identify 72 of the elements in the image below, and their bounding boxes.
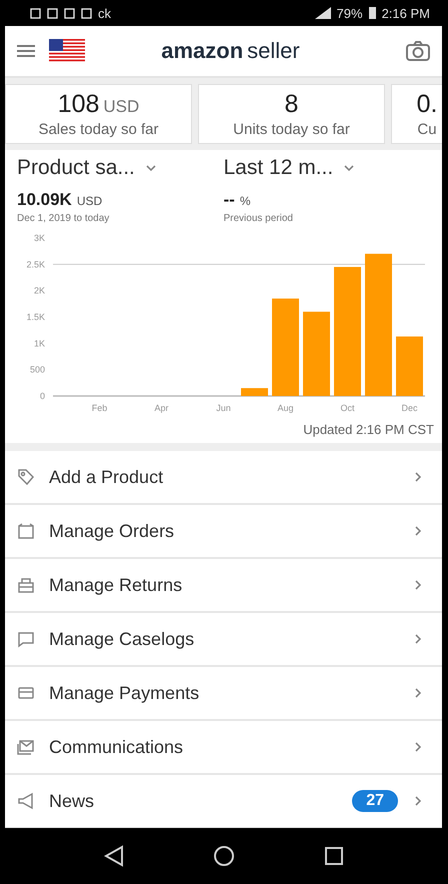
chat-icon <box>17 630 35 648</box>
filter-dropdown[interactable]: Last 12 m... <box>224 156 430 180</box>
menu-item[interactable]: Communications <box>5 721 442 775</box>
notification-icon <box>81 8 92 18</box>
axis-label: Jun <box>216 403 231 413</box>
metric-label: Cu <box>417 121 437 138</box>
home-icon[interactable] <box>212 845 235 867</box>
menu-label: Communications <box>49 736 184 758</box>
stat-unit: % <box>240 194 250 208</box>
metric-card[interactable]: 0. Cu <box>391 84 442 144</box>
metric-value: 0. <box>416 90 438 118</box>
menu-item[interactable]: Add a Product <box>5 451 442 505</box>
tag-icon <box>17 468 35 486</box>
back-icon[interactable] <box>104 845 124 867</box>
updated-time: Updated 2:16 PM CST <box>303 422 434 437</box>
filter-dropdown[interactable]: Product sa... <box>17 156 224 180</box>
stat-value: -- <box>224 190 235 209</box>
signal-icon <box>314 7 331 19</box>
menu-item[interactable]: Manage Payments <box>5 667 442 721</box>
clock: 2:16 PM <box>382 6 430 20</box>
menu-label: Manage Caselogs <box>49 628 196 650</box>
count-badge: 27 <box>352 790 398 812</box>
stat-value: 10.09K <box>17 190 72 209</box>
stat-caption: Previous period <box>224 213 294 224</box>
recents-icon[interactable] <box>324 846 344 866</box>
menu-label: Manage Payments <box>49 682 200 704</box>
axis-label: Dec <box>402 403 418 413</box>
stat-unit: USD <box>76 194 102 208</box>
menu-icon[interactable] <box>17 44 35 58</box>
flag-icon[interactable] <box>49 39 85 63</box>
metric-card[interactable]: 8 Units today so far <box>198 84 385 144</box>
stat-caption: Dec 1, 2019 to today <box>17 213 110 224</box>
battery-icon <box>368 7 376 19</box>
axis-label: Apr <box>154 403 168 413</box>
menu-label: News <box>49 790 96 812</box>
axis-label: 1K <box>34 338 45 348</box>
metric-value: 8 <box>284 90 298 118</box>
axis-label: Feb <box>92 403 108 413</box>
bar <box>241 388 268 396</box>
menu-label: Add a Product <box>49 466 164 488</box>
axis-label: 2.5K <box>26 259 45 270</box>
notification-icon <box>47 8 58 18</box>
metric-value: 108 <box>58 90 100 118</box>
axis-label: Aug <box>278 403 294 413</box>
axis-label: Oct <box>340 403 354 413</box>
notification-text: ck <box>98 6 111 20</box>
camera-icon[interactable] <box>406 41 430 61</box>
box-icon <box>17 522 35 540</box>
package-icon <box>17 576 35 594</box>
mail-icon <box>17 738 35 756</box>
app-title: seller <box>247 38 300 64</box>
notification-icon <box>64 8 75 18</box>
axis-label: 0 <box>40 391 45 401</box>
menu-item[interactable]: News 27 <box>5 775 442 828</box>
bar <box>396 336 423 396</box>
battery-percent: 79% <box>336 6 363 20</box>
axis-label: 3K <box>34 233 45 243</box>
menu-label: Manage Returns <box>49 574 184 596</box>
axis-label: 2K <box>34 286 45 296</box>
brand-logo: amazon <box>161 38 244 64</box>
notification-icon <box>30 8 41 18</box>
menu-item[interactable]: Manage Orders <box>5 505 442 559</box>
metric-card[interactable]: 108 USD Sales today so far <box>5 84 192 144</box>
axis-label: 500 <box>30 364 45 375</box>
menu-item[interactable]: Manage Returns <box>5 559 442 613</box>
menu-item[interactable]: Manage Caselogs <box>5 613 442 667</box>
menu-label: Manage Orders <box>49 520 176 542</box>
metric-unit: USD <box>103 97 140 116</box>
megaphone-icon <box>17 792 35 810</box>
axis-label: 1.5K <box>26 312 45 322</box>
metric-label: Sales today so far <box>38 121 159 138</box>
metric-label: Units today so far <box>233 121 350 138</box>
